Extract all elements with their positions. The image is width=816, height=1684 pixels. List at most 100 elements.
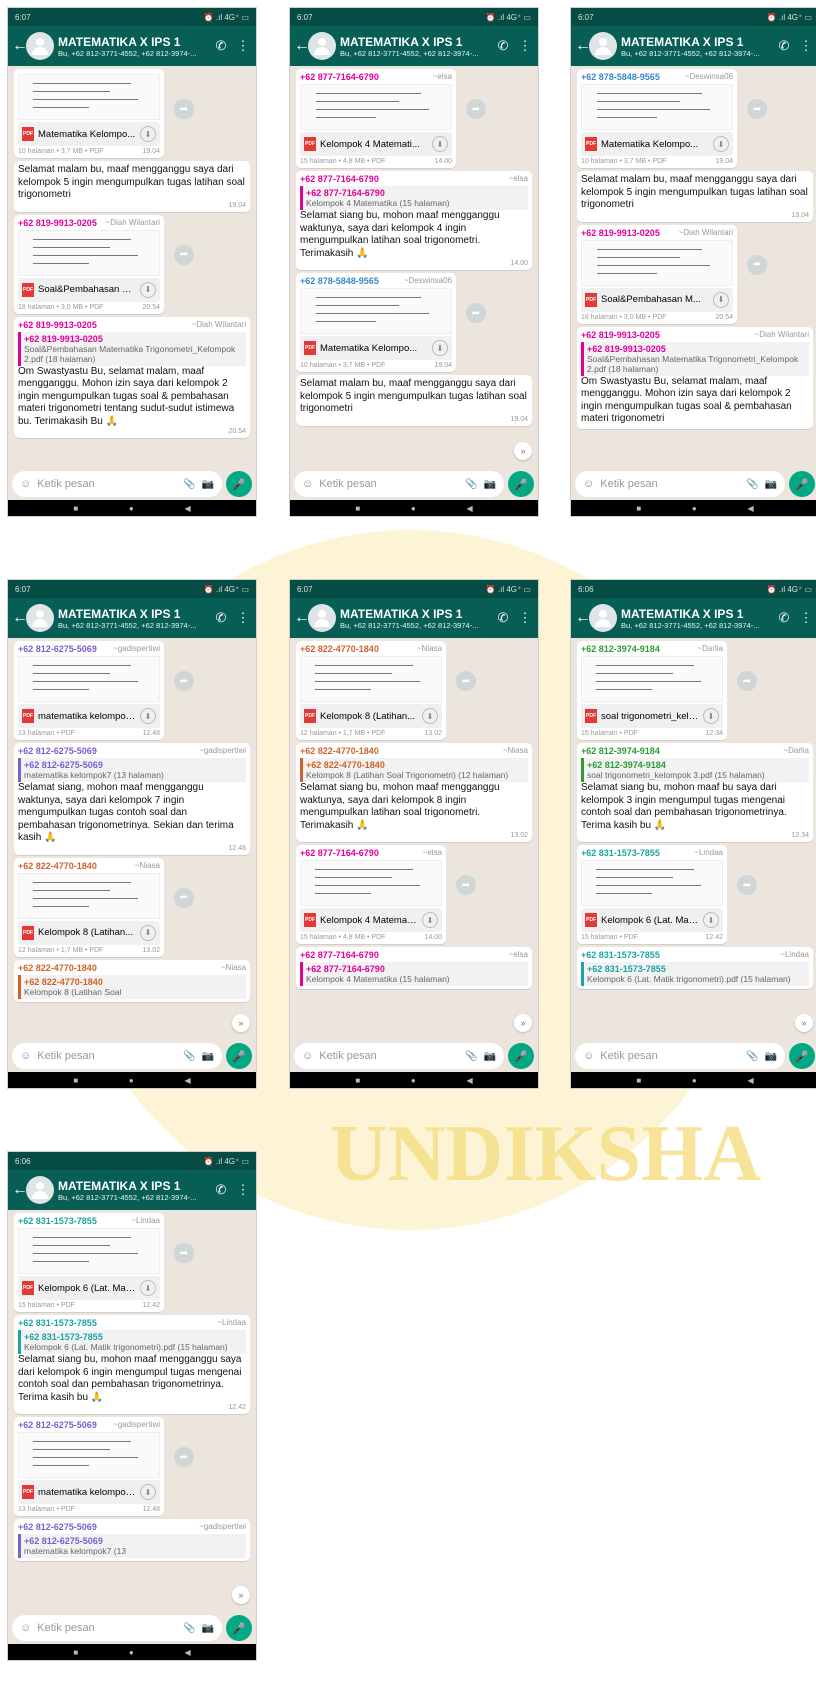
chat-header[interactable]: MATEMATIKA X IPS 1 Bu, +62 812-3771-4552… (340, 35, 490, 58)
chat-header[interactable]: MATEMATIKA X IPS 1 Bu, +62 812-3771-4552… (621, 35, 771, 58)
reply-message[interactable]: +62 812-3974-9184 ~Darlia +62 812-3974-91… (577, 743, 813, 842)
document-message[interactable]: +62 877-7164-6790 ~elsa PDF Kelompok 4 Ma… (296, 845, 476, 944)
microphone-icon[interactable]: 🎤 (508, 1043, 534, 1069)
message-input[interactable]: ☺ Ketik pesan 📎 📷 (294, 1043, 504, 1069)
group-avatar[interactable] (589, 604, 617, 632)
quoted-message[interactable]: +62 822-4770-1840 Kelompok 8 (Latihan So… (300, 758, 528, 782)
quoted-message[interactable]: +62 812-6275-5069 matematika kelompok7 (… (18, 758, 246, 782)
camera-icon[interactable]: 📷 (765, 1051, 777, 1062)
reply-message[interactable]: +62 877-7164-6790 ~elsa +62 877-7164-6790… (296, 947, 532, 989)
document-file[interactable]: PDF Kelompok 6 (Lat. Matik trigo... ⬇ (18, 1276, 160, 1300)
reply-message[interactable]: +62 812-6275-5069 ~gadispertiwi +62 812-6… (14, 743, 250, 855)
forward-icon[interactable]: ➦ (737, 875, 757, 895)
document-preview[interactable] (581, 239, 733, 286)
camera-icon[interactable]: 📷 (484, 479, 496, 490)
attach-icon[interactable]: 📎 (183, 1051, 195, 1062)
reply-message[interactable]: +62 831-1573-7855 ~Lindaa +62 831-1573-78… (577, 947, 813, 989)
more-options-icon[interactable]: ⋮ (797, 610, 815, 626)
back-arrow-icon[interactable]: ← (12, 37, 28, 55)
back-arrow-icon[interactable]: ← (575, 609, 591, 627)
document-message[interactable]: PDF Matematika Kelompo... ⬇ 10 halaman •… (14, 69, 194, 158)
sender-phone[interactable]: +62 822-4770-1840 (18, 861, 97, 871)
sender-phone[interactable]: +62 812-3974-9184 (581, 644, 660, 654)
sender-phone[interactable]: +62 819-9913-0205 (581, 228, 660, 238)
sender-phone[interactable]: +62 812-6275-5069 (18, 1420, 97, 1430)
chat-area[interactable]: +62 831-1573-7855 ~Lindaa PDF Kelompok 6 … (8, 1210, 256, 1612)
document-message[interactable]: +62 812-3974-9184 ~Darlia PDF soal trigon… (577, 641, 757, 740)
quoted-message[interactable]: +62 831-1573-7855 Kelompok 6 (Lat. Matik… (581, 962, 809, 986)
document-preview[interactable] (18, 1228, 160, 1274)
forward-icon[interactable]: ➦ (174, 671, 194, 691)
camera-icon[interactable]: 📷 (765, 479, 777, 490)
sender-phone[interactable]: +62 877-7164-6790 (300, 950, 379, 960)
document-message[interactable]: +62 822-4770-1840 ~Niasa PDF Kelompok 8 (… (296, 641, 476, 740)
scroll-down-icon[interactable]: » (514, 1014, 532, 1032)
document-preview[interactable] (300, 84, 452, 130)
nav-back-icon[interactable]: ◀ (466, 504, 472, 513)
group-avatar[interactable] (589, 32, 617, 60)
sender-phone[interactable]: +62 819-9913-0205 (18, 218, 97, 228)
quoted-message[interactable]: +62 822-4770-1840 Kelompok 8 (Latihan So… (18, 974, 246, 999)
call-add-icon[interactable]: ✆ (494, 610, 512, 626)
document-file[interactable]: PDF Kelompok 4 Matemati... ⬇ (300, 908, 442, 932)
recents-icon[interactable]: ■ (355, 504, 360, 513)
reply-message[interactable]: +62 819-9913-0205 ~Diah Wilantari +62 819… (577, 326, 813, 429)
chat-area[interactable]: +62 822-4770-1840 ~Niasa PDF Kelompok 8 (… (290, 638, 538, 1040)
home-icon[interactable]: ● (692, 504, 697, 513)
quoted-message[interactable]: +62 831-1573-7855 Kelompok 6 (Lat. Matik… (18, 1330, 246, 1354)
download-icon[interactable]: ⬇ (140, 924, 156, 941)
forward-icon[interactable]: ➦ (456, 671, 476, 691)
document-preview[interactable] (300, 288, 452, 334)
document-file[interactable]: PDF Kelompok 8 (Latihan... ⬇ (300, 704, 442, 728)
document-file[interactable]: PDF Kelompok 6 (Lat. Matik trigo... ⬇ (581, 908, 723, 932)
scroll-down-icon[interactable]: » (514, 442, 532, 460)
recents-icon[interactable]: ■ (636, 504, 641, 513)
recents-icon[interactable]: ■ (355, 1076, 360, 1085)
message-input[interactable]: ☺ Ketik pesan 📎 📷 (294, 471, 504, 497)
sender-phone[interactable]: +62 822-4770-1840 (300, 644, 379, 654)
nav-back-icon[interactable]: ◀ (184, 504, 190, 513)
sender-phone[interactable]: +62 819-9913-0205 (581, 330, 660, 340)
recents-icon[interactable]: ■ (73, 1648, 78, 1657)
attach-icon[interactable]: 📎 (183, 1623, 195, 1634)
reply-message[interactable]: +62 877-7164-6790 ~elsa +62 877-7164-6790… (296, 171, 532, 270)
emoji-icon[interactable]: ☺ (583, 1050, 594, 1062)
reply-message[interactable]: +62 831-1573-7855 ~Lindaa +62 831-1573-78… (14, 1315, 250, 1414)
download-icon[interactable]: ⬇ (140, 126, 156, 142)
home-icon[interactable]: ● (129, 1648, 134, 1657)
call-add-icon[interactable]: ✆ (212, 38, 230, 54)
home-icon[interactable]: ● (411, 504, 416, 513)
nav-back-icon[interactable]: ◀ (184, 1076, 190, 1085)
sender-phone[interactable]: +62 831-1573-7855 (18, 1318, 97, 1328)
camera-icon[interactable]: 📷 (202, 1051, 214, 1062)
reply-message[interactable]: +62 822-4770-1840 ~Niasa +62 822-4770-184… (296, 743, 532, 842)
forward-icon[interactable]: ➦ (174, 1447, 194, 1467)
forward-icon[interactable]: ➦ (456, 875, 476, 895)
chat-header[interactable]: MATEMATIKA X IPS 1 Bu, +62 812-3771-4552… (58, 607, 208, 630)
sender-phone[interactable]: +62 877-7164-6790 (300, 848, 379, 858)
more-options-icon[interactable]: ⋮ (234, 38, 252, 54)
emoji-icon[interactable]: ☺ (302, 478, 313, 490)
group-avatar[interactable] (26, 604, 54, 632)
recents-icon[interactable]: ■ (73, 1076, 78, 1085)
emoji-icon[interactable]: ☺ (302, 1050, 313, 1062)
camera-icon[interactable]: 📷 (484, 1051, 496, 1062)
nav-back-icon[interactable]: ◀ (466, 1076, 472, 1085)
chat-header[interactable]: MATEMATIKA X IPS 1 Bu, +62 812-3771-4552… (621, 607, 771, 630)
emoji-icon[interactable]: ☺ (583, 478, 594, 490)
download-icon[interactable]: ⬇ (422, 912, 438, 928)
chat-header[interactable]: MATEMATIKA X IPS 1 Bu, +62 812-3771-4552… (58, 1179, 208, 1202)
group-avatar[interactable] (26, 32, 54, 60)
chat-header[interactable]: MATEMATIKA X IPS 1 Bu, +62 812-3771-4552… (58, 35, 208, 58)
emoji-icon[interactable]: ☺ (20, 1622, 31, 1634)
recents-icon[interactable]: ■ (636, 1076, 641, 1085)
microphone-icon[interactable]: 🎤 (508, 471, 534, 497)
call-add-icon[interactable]: ✆ (775, 610, 793, 626)
sender-phone[interactable]: +62 831-1573-7855 (18, 1216, 97, 1226)
message-input[interactable]: ☺ Ketik pesan 📎 📷 (575, 1043, 785, 1069)
attach-icon[interactable]: 📎 (746, 479, 758, 490)
call-add-icon[interactable]: ✆ (212, 610, 230, 626)
more-options-icon[interactable]: ⋮ (797, 38, 815, 54)
download-icon[interactable]: ⬇ (432, 136, 448, 152)
document-message[interactable]: +62 822-4770-1840 ~Niasa PDF Kelompok 8 (… (14, 857, 194, 957)
